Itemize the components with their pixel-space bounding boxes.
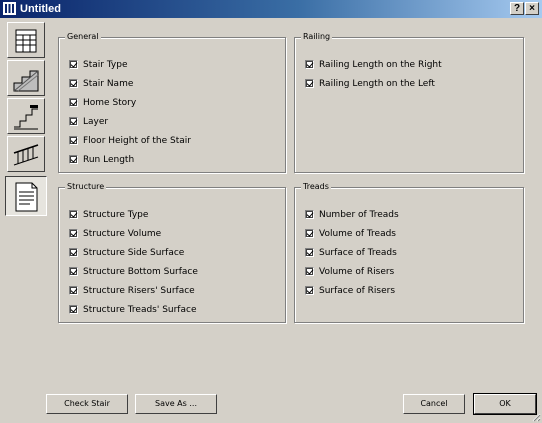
- treads-group: Treads Number of Treads Volume of Treads…: [294, 182, 524, 323]
- ok-button[interactable]: OK: [473, 393, 537, 415]
- checkbox-stair-type[interactable]: Stair Type: [69, 58, 128, 71]
- checkbox[interactable]: [69, 286, 78, 295]
- general-group: General Stair Type Stair Name Home Story…: [58, 32, 286, 173]
- checkbox[interactable]: [305, 210, 314, 219]
- checkbox[interactable]: [305, 248, 314, 257]
- checkbox[interactable]: [69, 229, 78, 238]
- checkbox-structure-type[interactable]: Structure Type: [69, 208, 148, 221]
- checkbox[interactable]: [69, 210, 78, 219]
- app-icon: [3, 2, 16, 15]
- resize-grip-icon[interactable]: [531, 412, 541, 422]
- checkbox[interactable]: [69, 79, 78, 88]
- checkbox-structure-risers-surface[interactable]: Structure Risers' Surface: [69, 284, 195, 297]
- save-as-button[interactable]: Save As ...: [135, 394, 217, 414]
- structure-group: Structure Structure Type Structure Volum…: [58, 182, 286, 323]
- checkbox-number-of-treads[interactable]: Number of Treads: [305, 208, 399, 221]
- checkbox-surface-of-risers[interactable]: Surface of Risers: [305, 284, 395, 297]
- help-button[interactable]: ?: [510, 2, 524, 15]
- checkbox[interactable]: [305, 267, 314, 276]
- checkbox-stair-name[interactable]: Stair Name: [69, 77, 133, 90]
- checkbox-railing-right[interactable]: Railing Length on the Right: [305, 58, 442, 71]
- checkbox[interactable]: [69, 267, 78, 276]
- list-icon: [15, 29, 37, 53]
- checkbox[interactable]: [305, 229, 314, 238]
- cancel-button[interactable]: Cancel: [403, 394, 465, 414]
- railing-group: Railing Railing Length on the Right Rail…: [294, 32, 524, 173]
- treads-title: Treads: [301, 182, 331, 192]
- document-icon: [15, 182, 38, 212]
- checkbox[interactable]: [69, 98, 78, 107]
- tab-strip: [2, 18, 48, 223]
- tab-stair[interactable]: [7, 60, 45, 96]
- window-title: Untitled: [20, 3, 61, 15]
- checkbox[interactable]: [305, 79, 314, 88]
- checkbox[interactable]: [305, 60, 314, 69]
- checkbox[interactable]: [69, 248, 78, 257]
- checkbox-home-story[interactable]: Home Story: [69, 96, 136, 109]
- checkbox-volume-of-treads[interactable]: Volume of Treads: [305, 227, 396, 240]
- title-bar: Untitled ? ×: [0, 0, 542, 18]
- checkbox[interactable]: [69, 60, 78, 69]
- check-stair-button[interactable]: Check Stair: [46, 394, 128, 414]
- checkbox[interactable]: [69, 155, 78, 164]
- checkbox[interactable]: [69, 136, 78, 145]
- structure-title: Structure: [65, 182, 107, 192]
- checkbox-structure-volume[interactable]: Structure Volume: [69, 227, 161, 240]
- checkbox[interactable]: [69, 117, 78, 126]
- checkbox-railing-left[interactable]: Railing Length on the Left: [305, 77, 435, 90]
- railing-title: Railing: [301, 32, 333, 42]
- tab-list[interactable]: [7, 22, 45, 58]
- tab-railing[interactable]: [7, 136, 45, 172]
- stair-icon: [13, 70, 39, 92]
- checkbox-structure-bottom-surface[interactable]: Structure Bottom Surface: [69, 265, 198, 278]
- checkbox[interactable]: [69, 305, 78, 314]
- tab-document[interactable]: [5, 176, 47, 216]
- checkbox-run-length[interactable]: Run Length: [69, 153, 134, 166]
- checkbox[interactable]: [305, 286, 314, 295]
- railing-icon: [13, 144, 39, 166]
- checkbox-volume-of-risers[interactable]: Volume of Risers: [305, 265, 394, 278]
- tab-stair-side[interactable]: [7, 98, 45, 134]
- checkbox-structure-treads-surface[interactable]: Structure Treads' Surface: [69, 303, 196, 316]
- general-title: General: [65, 32, 101, 42]
- checkbox-structure-side-surface[interactable]: Structure Side Surface: [69, 246, 184, 259]
- checkbox-floor-height[interactable]: Floor Height of the Stair: [69, 134, 191, 147]
- close-button[interactable]: ×: [525, 2, 539, 15]
- checkbox-layer[interactable]: Layer: [69, 115, 108, 128]
- checkbox-surface-of-treads[interactable]: Surface of Treads: [305, 246, 397, 259]
- stair-side-icon: [14, 105, 38, 130]
